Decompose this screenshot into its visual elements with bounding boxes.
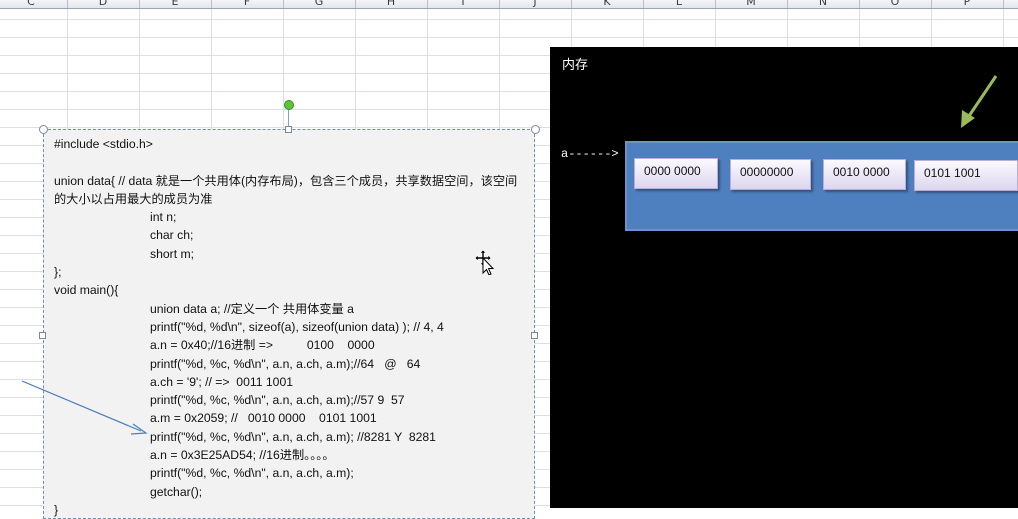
annotation-arrows <box>21 75 998 435</box>
blue-arrow-icon[interactable] <box>21 380 148 435</box>
move-cursor-icon <box>474 249 495 275</box>
green-arrow-icon[interactable] <box>961 75 998 128</box>
